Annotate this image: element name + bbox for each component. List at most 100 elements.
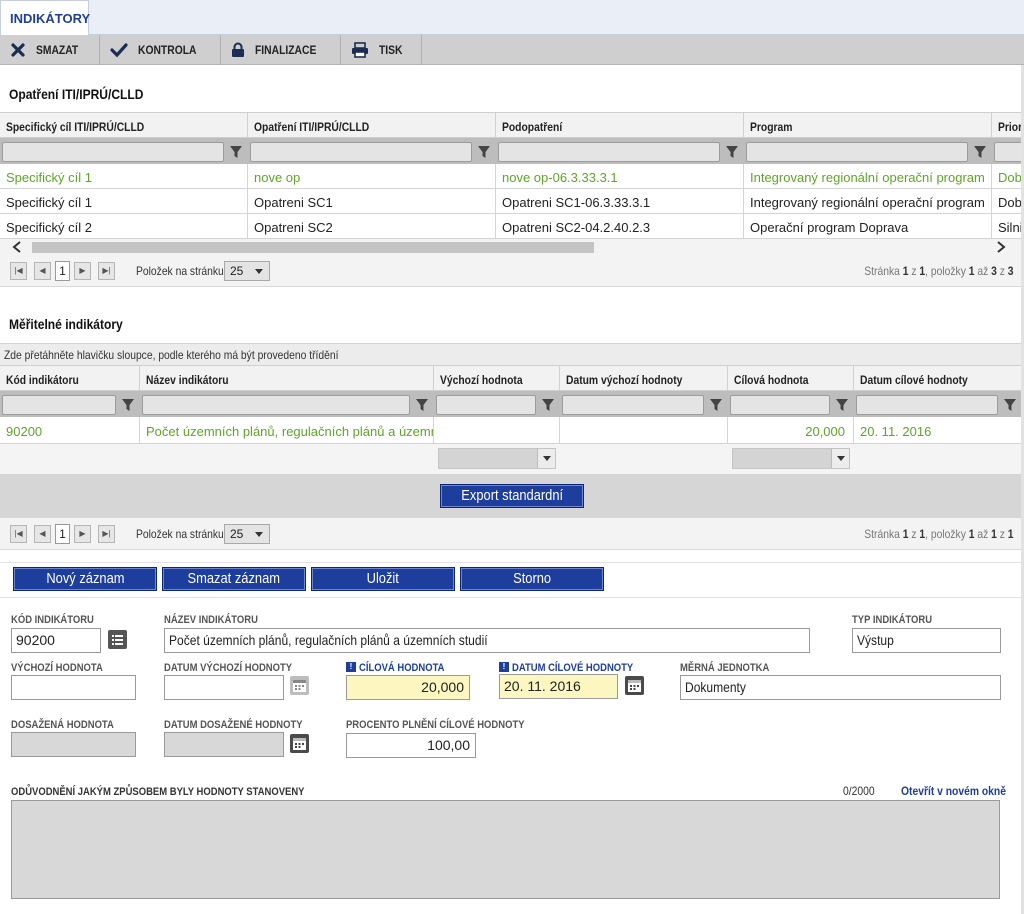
new-record-button[interactable]: Nový záznam: [13, 567, 157, 591]
filter-input[interactable]: [856, 395, 998, 415]
filter-input[interactable]: [436, 395, 536, 415]
per-page-select[interactable]: 25: [224, 261, 270, 281]
table-row[interactable]: Specifický cíl 1 nove op nove op-06.3.33…: [0, 164, 1024, 189]
indicator-type-field[interactable]: Výstup: [852, 628, 1001, 653]
column-header[interactable]: Opatření ITI/IPRÚ/CLLD: [248, 113, 496, 139]
column-header[interactable]: Datum výchozí hodnoty: [560, 366, 728, 392]
column-header[interactable]: Prior: [992, 113, 1024, 139]
table-row[interactable]: 90200 Počet územních plánů, regulačních …: [0, 417, 1024, 444]
target-date-field[interactable]: 20. 11. 2016: [499, 674, 618, 699]
field-label: PROCENTO PLNĚNÍ CÍLOVÉ HODNOTY: [346, 719, 525, 731]
page-number[interactable]: 1: [55, 261, 70, 281]
finalize-toolbar-button[interactable]: FINALIZACE: [221, 35, 342, 65]
prev-page-button[interactable]: ◀: [34, 262, 51, 280]
filter-icon[interactable]: [709, 398, 723, 412]
table-row[interactable]: Specifický cíl 1 Opatreni SC1 Opatreni S…: [0, 189, 1024, 214]
chevron-down-icon: [255, 532, 263, 537]
field-label: DATUM VÝCHOZÍ HODNOTY: [164, 662, 293, 674]
delete-toolbar-button[interactable]: SMAZAT: [0, 35, 101, 65]
column-header[interactable]: Cílová hodnota: [728, 366, 854, 392]
print-toolbar-button[interactable]: TISK: [341, 35, 422, 65]
filter-input[interactable]: [498, 142, 720, 162]
column-header[interactable]: Specifický cíl ITI/IPRÚ/CLLD: [0, 113, 248, 139]
initial-date-field[interactable]: [164, 675, 284, 700]
filter-icon[interactable]: [1003, 398, 1017, 412]
close-icon: [11, 43, 25, 57]
scroll-right-icon[interactable]: [996, 241, 1006, 253]
field-label: ODŮVODNĚNÍ JAKÝM ZPŮSOBEM BYLY HODNOTY S…: [11, 786, 305, 798]
fulfillment-percent-field: 100,00: [346, 733, 476, 758]
filter-icon[interactable]: [973, 145, 987, 159]
filter-icon[interactable]: [229, 145, 243, 159]
chevron-down-icon: [543, 456, 551, 461]
grid-cell: Dobr: [998, 170, 1024, 185]
horizontal-scrollbar[interactable]: [0, 239, 1024, 255]
target-value-field[interactable]: 20,000: [346, 675, 470, 700]
per-page-select[interactable]: 25: [224, 524, 270, 544]
char-counter: 0/2000: [843, 784, 875, 798]
column-header[interactable]: Výchozí hodnota: [434, 366, 560, 392]
export-standard-button[interactable]: Export standardní: [440, 484, 584, 508]
indicator-name-field[interactable]: Počet územních plánů, regulačních plánů …: [164, 628, 810, 653]
filter-icon[interactable]: [725, 145, 739, 159]
calendar-button[interactable]: [625, 676, 644, 695]
calendar-button[interactable]: [290, 676, 309, 695]
filter-input[interactable]: [746, 142, 968, 162]
first-page-button[interactable]: |◀: [10, 525, 27, 543]
cancel-button[interactable]: Storno: [460, 567, 604, 591]
page-number[interactable]: 1: [55, 524, 70, 544]
filter-icon[interactable]: [541, 398, 555, 412]
first-page-button[interactable]: |◀: [10, 262, 27, 280]
aggregate-select[interactable]: [732, 448, 850, 469]
filter-icon[interactable]: [415, 398, 429, 412]
last-page-button[interactable]: ▶|: [98, 525, 115, 543]
filter-input[interactable]: [2, 395, 116, 415]
scroll-left-icon[interactable]: [12, 241, 22, 253]
delete-record-button[interactable]: Smazat záznam: [162, 567, 306, 591]
check-toolbar-button[interactable]: KONTROLA: [100, 35, 222, 65]
column-header[interactable]: Název indikátoru: [140, 366, 434, 392]
field-label: TYP INDIKÁTORU: [852, 614, 933, 626]
column-header[interactable]: Kód indikátoru: [0, 366, 140, 392]
pager-info: Stránka 1 z 1, položky 1 až 1 z 1: [864, 527, 1014, 541]
save-button[interactable]: Uložit: [311, 567, 455, 591]
aggregate-select[interactable]: [438, 448, 556, 469]
filter-input[interactable]: [730, 395, 830, 415]
grid-cell: Silni: [998, 220, 1023, 235]
last-page-button[interactable]: ▶|: [98, 262, 115, 280]
filter-icon[interactable]: [835, 398, 849, 412]
next-page-button[interactable]: ▶: [74, 525, 91, 543]
calendar-icon: [293, 680, 306, 692]
tab-indikatory[interactable]: INDIKÁTORY: [0, 0, 90, 36]
table-row[interactable]: Specifický cíl 2 Opatreni SC2 Opatreni S…: [0, 214, 1024, 239]
filter-input[interactable]: [250, 142, 472, 162]
field-label: ! DATUM CÍLOVÉ HODNOTY: [499, 662, 653, 674]
filter-input[interactable]: [994, 142, 1024, 162]
achieved-date-field: [164, 732, 284, 757]
grid-cell: Dobr: [998, 195, 1024, 210]
scrollbar-thumb[interactable]: [32, 242, 594, 253]
next-page-button[interactable]: ▶: [74, 262, 91, 280]
calendar-button[interactable]: [290, 734, 309, 753]
filter-icon[interactable]: [121, 398, 135, 412]
filter-input[interactable]: [562, 395, 704, 415]
unit-field[interactable]: Dokumenty: [680, 675, 1001, 700]
filter-input[interactable]: [142, 395, 410, 415]
field-label: DOSAŽENÁ HODNOTA: [11, 719, 114, 731]
prev-page-button[interactable]: ◀: [34, 525, 51, 543]
open-new-window-link[interactable]: Otevřít v novém okně: [901, 784, 1023, 798]
aggregate-row: [0, 444, 1024, 474]
filter-icon[interactable]: [477, 145, 491, 159]
column-header[interactable]: Datum cílové hodnoty: [854, 366, 1022, 392]
section-title-meritelne: Měřitelné indikátory: [9, 316, 123, 332]
chevron-down-icon: [255, 269, 263, 274]
column-header[interactable]: Podopatření: [496, 113, 744, 139]
list-picker-button[interactable]: [108, 630, 127, 649]
filter-cell: [746, 142, 990, 162]
indicator-code-field[interactable]: 90200: [11, 628, 101, 653]
initial-value-field[interactable]: [11, 675, 136, 700]
group-by-hint[interactable]: Zde přetáhněte hlavičku sloupce, podle k…: [0, 343, 1024, 365]
column-header[interactable]: Program: [744, 113, 992, 139]
calendar-icon: [293, 738, 306, 750]
filter-input[interactable]: [2, 142, 224, 162]
